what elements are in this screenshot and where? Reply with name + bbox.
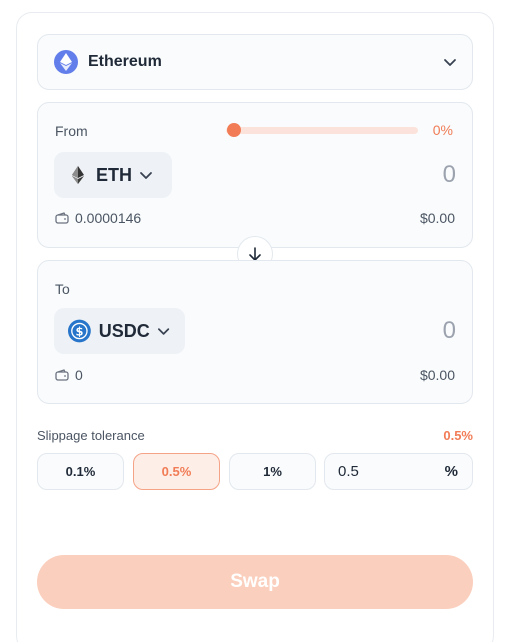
- chevron-down-icon: [140, 172, 152, 179]
- usdc-icon: $: [68, 319, 91, 343]
- from-balance: 0.0000146: [75, 210, 142, 226]
- slider-track[interactable]: [226, 127, 418, 134]
- slippage-option-1[interactable]: 1%: [229, 453, 316, 490]
- from-balance-row: 0.0000146 $0.00: [55, 210, 455, 226]
- swap-button[interactable]: Swap: [37, 555, 473, 609]
- from-token-selector[interactable]: ETH: [54, 152, 172, 198]
- slippage-label: Slippage tolerance: [37, 428, 145, 443]
- to-usd-value: $0.00: [419, 367, 455, 383]
- from-title: From: [55, 123, 88, 139]
- to-amount-output: 0: [442, 317, 456, 344]
- percent-value: 0%: [432, 122, 453, 138]
- custom-slippage-input[interactable]: [338, 463, 428, 480]
- ethereum-logo-icon: [54, 50, 78, 74]
- ethereum-icon: [72, 166, 84, 184]
- to-title: To: [55, 281, 70, 297]
- amount-percent-slider[interactable]: [226, 123, 418, 137]
- to-token-selector[interactable]: $ USDC: [54, 308, 185, 354]
- percent-unit: %: [444, 463, 458, 480]
- slippage-option-0-1[interactable]: 0.1%: [37, 453, 124, 490]
- from-panel: From 0% ETH 0 0.0000146 $0.00: [37, 102, 473, 248]
- chevron-down-icon: [157, 328, 170, 335]
- wallet-icon: [55, 369, 69, 381]
- to-balance-row: 0 $0.00: [55, 367, 455, 383]
- slippage-option-0-5[interactable]: 0.5%: [133, 453, 220, 490]
- custom-slippage-field[interactable]: %: [324, 453, 473, 490]
- slider-thumb[interactable]: [227, 123, 241, 137]
- svg-text:$: $: [75, 324, 83, 338]
- to-panel: To $ USDC 0 0 $0.00: [37, 260, 473, 404]
- network-label: Ethereum: [88, 53, 162, 70]
- network-selector[interactable]: Ethereum: [37, 34, 473, 90]
- to-token-symbol: USDC: [98, 320, 150, 341]
- chevron-down-icon: [444, 59, 456, 66]
- from-amount-input[interactable]: 0: [443, 161, 456, 189]
- wallet-icon: [55, 212, 69, 224]
- from-usd-value: $0.00: [419, 210, 455, 226]
- to-balance: 0: [75, 367, 83, 383]
- slippage-value: 0.5%: [443, 428, 473, 443]
- from-token-symbol: ETH: [96, 164, 132, 185]
